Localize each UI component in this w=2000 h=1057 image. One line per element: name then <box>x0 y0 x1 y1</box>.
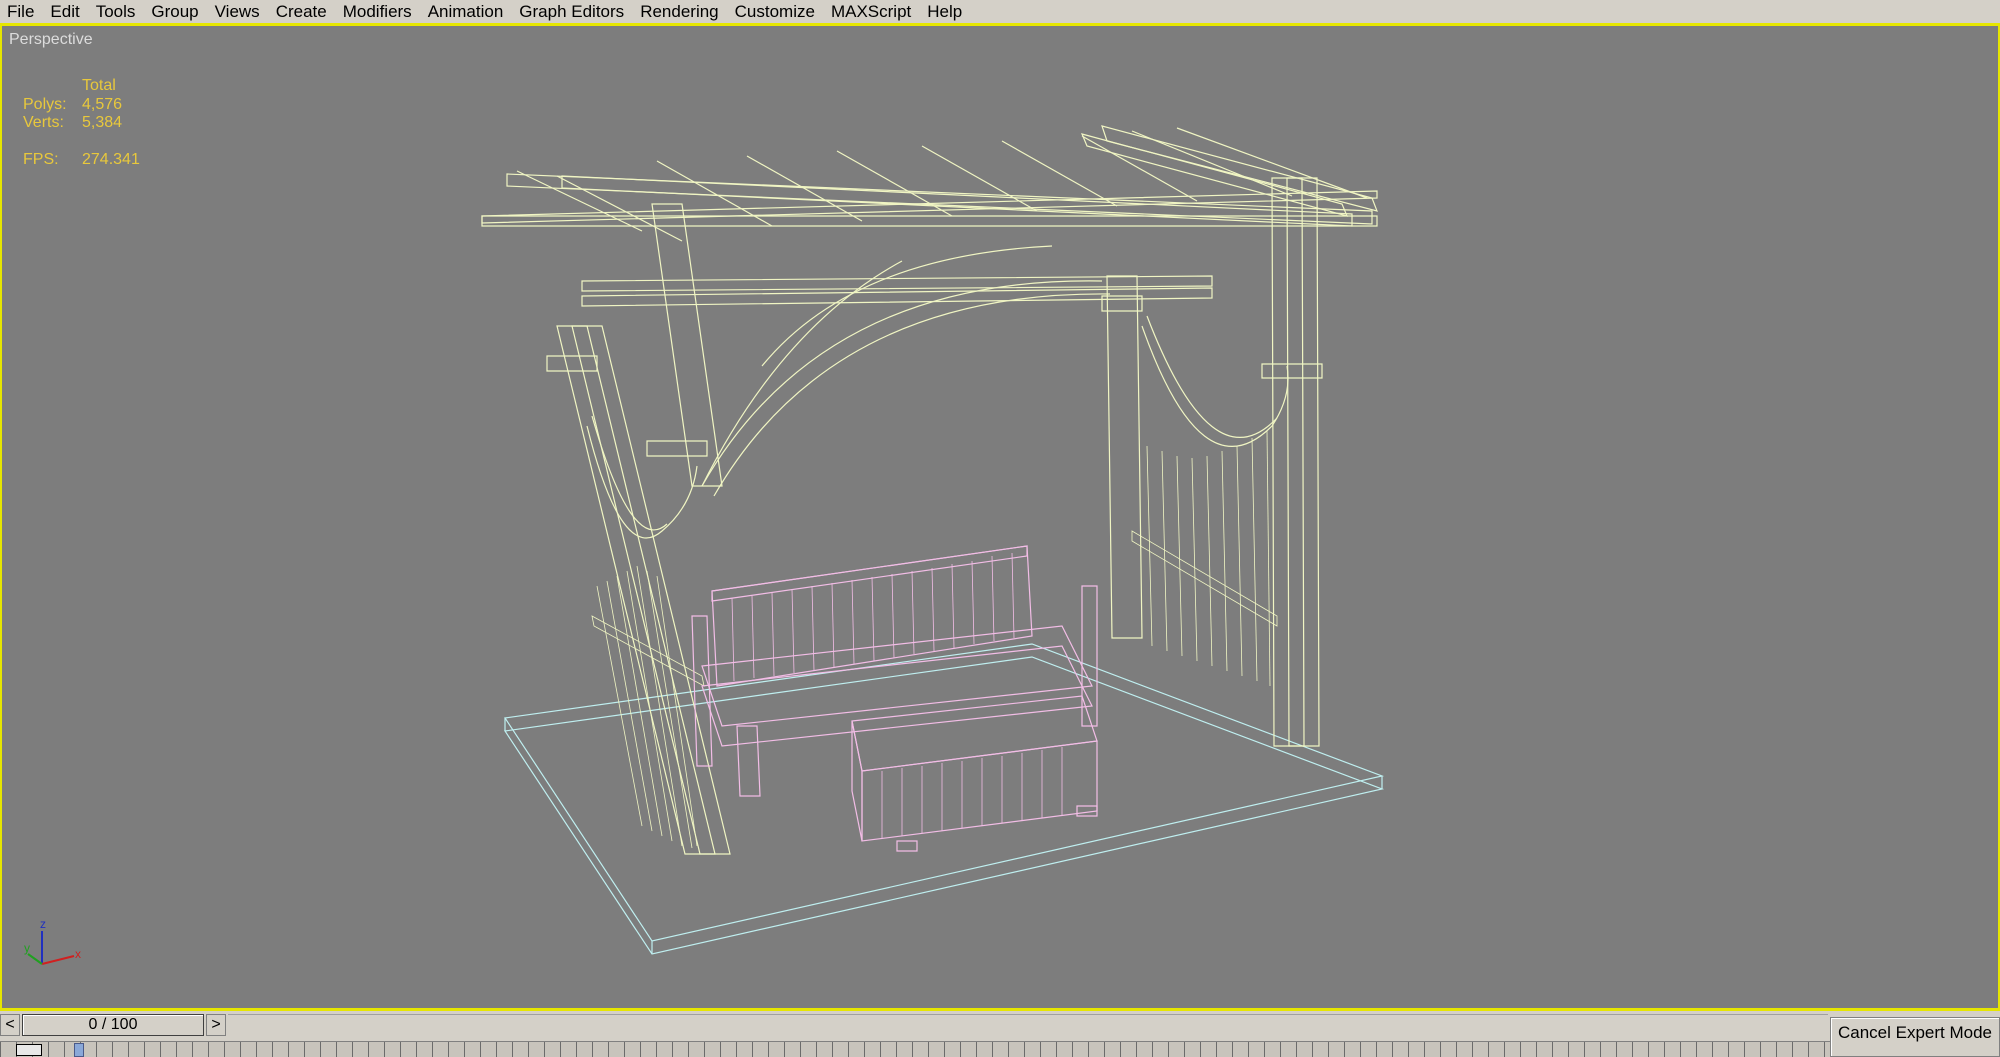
stats-verts-value: 5,384 <box>82 114 123 131</box>
time-slider-bar: < 0 / 100 > Cancel Expert Mode <box>0 1011 2000 1057</box>
menu-rendering[interactable]: Rendering <box>633 0 727 24</box>
viewport-label[interactable]: Perspective <box>9 31 93 49</box>
timeline-ticks[interactable] <box>0 1041 1830 1057</box>
menu-modifiers[interactable]: Modifiers <box>336 0 421 24</box>
perspective-viewport[interactable]: Perspective Total Polys: 4,576 Verts: 5,… <box>0 26 2000 1011</box>
menu-file[interactable]: File <box>0 0 43 24</box>
next-frame-button[interactable]: > <box>206 1014 226 1036</box>
time-slider[interactable]: 0 / 100 <box>22 1014 204 1036</box>
time-slider-track[interactable] <box>228 1014 1828 1037</box>
cancel-expert-mode-button[interactable]: Cancel Expert Mode <box>1830 1017 2000 1057</box>
stats-verts-label: Verts: <box>23 114 64 131</box>
axis-z-label: z <box>40 917 46 931</box>
stats-fps-label: FPS: <box>23 151 59 168</box>
pergola-structure[interactable] <box>481 125 1378 855</box>
menu-group[interactable]: Group <box>144 0 207 24</box>
menu-animation[interactable]: Animation <box>421 0 513 24</box>
menu-bar: File Edit Tools Group Views Create Modif… <box>0 0 2000 26</box>
stats-fps-value: 274.341 <box>82 151 140 168</box>
menu-help[interactable]: Help <box>920 0 971 24</box>
menu-maxscript[interactable]: MAXScript <box>824 0 920 24</box>
axis-x-label: x <box>75 947 81 961</box>
menu-tools[interactable]: Tools <box>89 0 145 24</box>
menu-graph-editors[interactable]: Graph Editors <box>512 0 633 24</box>
bench-and-table[interactable] <box>691 545 1098 852</box>
menu-views[interactable]: Views <box>208 0 269 24</box>
menu-edit[interactable]: Edit <box>43 0 88 24</box>
prev-frame-button[interactable]: < <box>0 1014 20 1036</box>
axis-y-label: y <box>24 941 30 955</box>
key-filter-icon[interactable] <box>16 1044 42 1056</box>
axis-gizmo-icon: z y x <box>24 917 81 965</box>
stats-polys-label: Polys: <box>23 96 67 113</box>
current-frame-marker[interactable] <box>74 1043 84 1057</box>
stats-polys-value: 4,576 <box>82 96 123 113</box>
menu-create[interactable]: Create <box>269 0 336 24</box>
wireframe-scene[interactable] <box>2 26 1998 1008</box>
menu-customize[interactable]: Customize <box>728 0 824 24</box>
stats-total-label: Total <box>82 77 116 94</box>
